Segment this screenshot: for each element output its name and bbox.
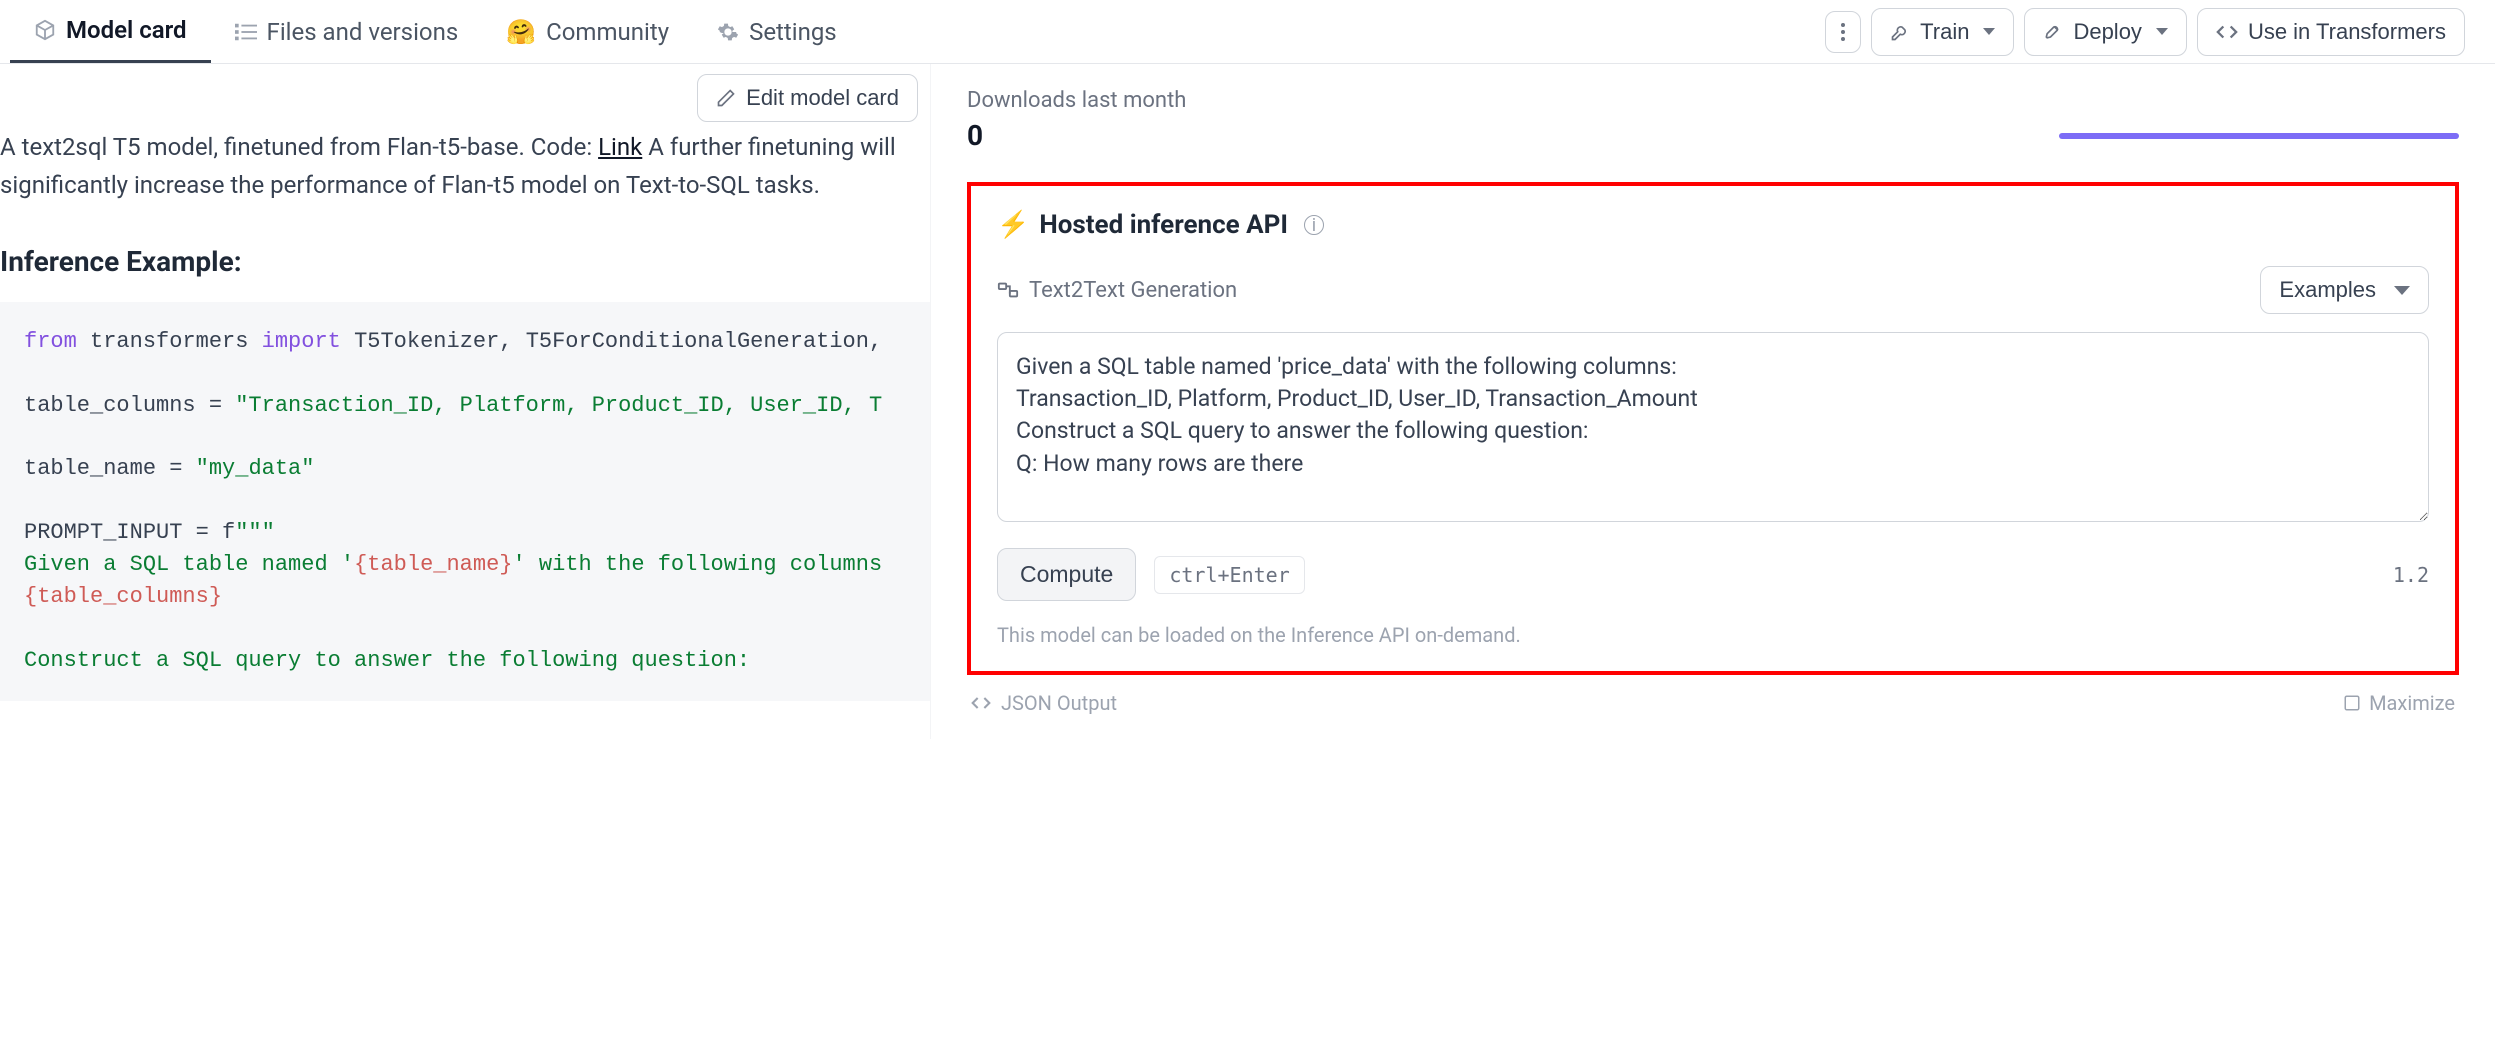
load-message: This model can be loaded on the Inferenc… xyxy=(997,623,2429,647)
code-token: "Transaction_ID, Platform, Product_ID, U… xyxy=(235,393,882,418)
tabs-right: Train Deploy Use in Transformers xyxy=(1825,8,2485,56)
bolt-icon: ⚡ xyxy=(997,210,1029,240)
chevron-down-icon xyxy=(2394,286,2410,295)
community-icon: 🤗 xyxy=(506,18,536,46)
code-token: Given a SQL table named ' xyxy=(24,552,354,577)
timing-label: 1.2 xyxy=(2393,563,2429,587)
cube-icon xyxy=(34,19,56,41)
code-token: {table_name} xyxy=(354,552,512,577)
code-token: ' with the following columns xyxy=(513,552,883,577)
gear-icon xyxy=(717,21,739,43)
deploy-button[interactable]: Deploy xyxy=(2024,8,2186,56)
text2text-icon xyxy=(997,279,1019,301)
info-icon[interactable]: i xyxy=(1304,215,1324,235)
inference-title: Hosted inference API xyxy=(1039,210,1288,240)
code-token: """ xyxy=(235,520,275,545)
button-label: Edit model card xyxy=(746,85,899,111)
shortcut-hint: ctrl+Enter xyxy=(1154,556,1304,594)
rocket-icon xyxy=(2043,22,2063,42)
main: Edit model card A text2sql T5 model, fin… xyxy=(0,64,2495,739)
code-token: from xyxy=(24,329,77,354)
code-token: PROMPT_INPUT = f xyxy=(24,520,235,545)
caret-down-icon xyxy=(1983,28,1995,35)
button-label: Train xyxy=(1920,19,1969,45)
desc-prefix: A text2sql T5 model, finetuned from Flan… xyxy=(0,133,598,161)
model-card-content: A text2sql T5 model, finetuned from Flan… xyxy=(0,64,930,701)
more-vertical-icon xyxy=(1840,22,1846,42)
inference-header: ⚡ Hosted inference API i xyxy=(997,210,2429,240)
code-example: from transformers import T5Tokenizer, T5… xyxy=(0,302,930,701)
hosted-inference-panel: ⚡ Hosted inference API i Text2Text Gener… xyxy=(967,182,2459,675)
button-label: Use in Transformers xyxy=(2248,19,2446,45)
tab-label: Settings xyxy=(749,18,837,46)
task-label[interactable]: Text2Text Generation xyxy=(997,278,1237,303)
inference-footer: JSON Output Maximize xyxy=(967,691,2459,715)
caret-down-icon xyxy=(2156,28,2168,35)
heading-inference-example: Inference Example: xyxy=(0,245,930,278)
code-token: Construct a SQL query to answer the foll… xyxy=(24,648,750,673)
downloads-count: 0 xyxy=(967,119,983,152)
code-icon xyxy=(2216,24,2238,40)
downloads-section: Downloads last month 0 xyxy=(967,88,2459,152)
use-in-transformers-button[interactable]: Use in Transformers xyxy=(2197,8,2465,56)
code-token: import xyxy=(262,329,341,354)
code-link[interactable]: Link xyxy=(598,133,642,161)
tab-label: Community xyxy=(546,18,669,46)
tool-icon xyxy=(1890,22,1910,42)
compute-row: Compute ctrl+Enter 1.2 xyxy=(997,548,2429,601)
maximize-button[interactable]: Maximize xyxy=(2343,691,2455,715)
downloads-row: 0 xyxy=(967,119,2459,152)
tab-label: Files and versions xyxy=(267,18,459,46)
code-token: "my_data" xyxy=(196,456,315,481)
code-token: T5Tokenizer, T5ForConditionalGeneration, xyxy=(341,329,882,354)
tab-label: Model card xyxy=(66,16,187,44)
code-icon xyxy=(971,696,991,710)
pencil-icon xyxy=(716,88,736,108)
downloads-sparkline xyxy=(2059,133,2459,139)
train-button[interactable]: Train xyxy=(1871,8,2014,56)
description: A text2sql T5 model, finetuned from Flan… xyxy=(0,128,900,205)
task-row: Text2Text Generation Examples xyxy=(997,266,2429,314)
right-column: Downloads last month 0 ⚡ Hosted inferenc… xyxy=(930,64,2495,739)
footer-label: Maximize xyxy=(2369,691,2455,715)
left-column: Edit model card A text2sql T5 model, fin… xyxy=(0,64,930,739)
tab-bar: Model card Files and versions 🤗 Communit… xyxy=(0,0,2495,64)
tab-files[interactable]: Files and versions xyxy=(211,0,483,63)
maximize-icon xyxy=(2343,694,2361,712)
button-label: Examples xyxy=(2279,277,2376,303)
tab-model-card[interactable]: Model card xyxy=(10,0,211,63)
code-token: {table_columns} xyxy=(24,584,222,609)
downloads-label: Downloads last month xyxy=(967,88,2459,113)
code-token: table_columns = xyxy=(24,393,235,418)
edit-model-card-button[interactable]: Edit model card xyxy=(697,74,918,122)
code-token: transformers xyxy=(77,329,262,354)
tab-community[interactable]: 🤗 Community xyxy=(482,0,693,63)
list-icon xyxy=(235,23,257,41)
button-label: Deploy xyxy=(2073,19,2141,45)
compute-button[interactable]: Compute xyxy=(997,548,1136,601)
code-token: table_name = xyxy=(24,456,196,481)
json-output-toggle[interactable]: JSON Output xyxy=(971,691,1117,715)
tab-settings[interactable]: Settings xyxy=(693,0,861,63)
prompt-input[interactable] xyxy=(997,332,2429,522)
examples-dropdown[interactable]: Examples xyxy=(2260,266,2429,314)
task-name: Text2Text Generation xyxy=(1029,278,1237,303)
footer-label: JSON Output xyxy=(1001,691,1117,715)
tabs-left: Model card Files and versions 🤗 Communit… xyxy=(10,0,861,63)
more-button[interactable] xyxy=(1825,11,1861,53)
